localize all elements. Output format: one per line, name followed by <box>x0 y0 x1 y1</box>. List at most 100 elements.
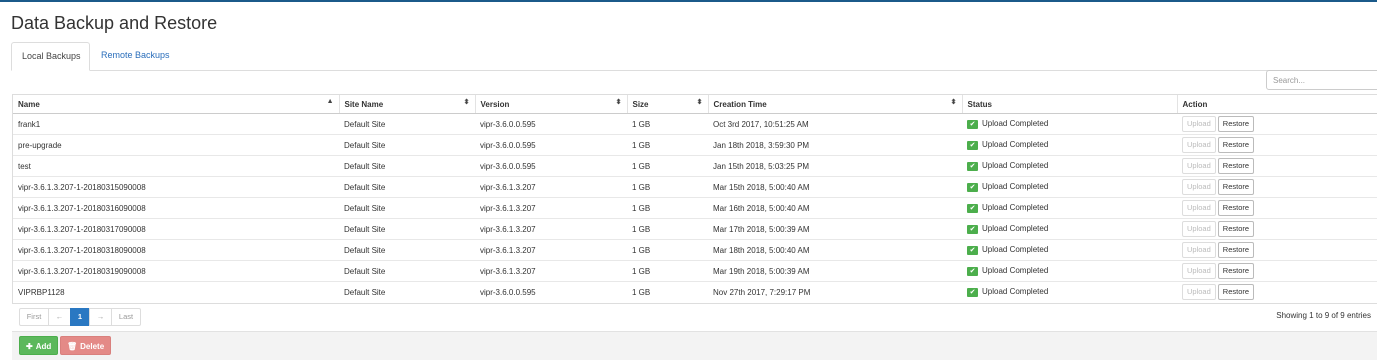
version-cell: vipr-3.6.1.3.207 <box>475 176 627 198</box>
sort-icon[interactable]: ⬍ <box>464 98 470 106</box>
check-icon: ✔ <box>967 203 978 213</box>
size-cell: 1 GB <box>627 155 708 177</box>
version-cell: vipr-3.6.1.3.207 <box>475 260 627 282</box>
column-header-label: Name <box>18 99 40 109</box>
site-name-cell: Default Site <box>339 134 475 156</box>
status-text: Upload Completed <box>982 119 1049 129</box>
status-cell: ✔ Upload Completed <box>962 260 1177 282</box>
pagination-prev[interactable]: ← <box>48 308 71 326</box>
backup-name-cell: vipr-3.6.1.3.207-1-20180317090008 <box>13 218 339 240</box>
sort-icon[interactable]: ▲ <box>327 98 334 105</box>
table-row: pre-upgrade Default Site vipr-3.6.0.0.595 1… <box>13 134 1377 156</box>
restore-button[interactable]: Restore <box>1217 242 1255 258</box>
creation-time-cell: Jan 18th 2018, 3:59:30 PM <box>708 134 962 156</box>
action-cell: Upload Restore <box>1177 239 1377 261</box>
restore-button[interactable]: Restore <box>1217 158 1255 174</box>
status-text: Upload Completed <box>982 224 1049 234</box>
upload-button[interactable]: Upload <box>1182 158 1216 174</box>
top-border <box>0 0 1377 2</box>
table-row: vipr-3.6.1.3.207-1-20180315090008 Default… <box>13 176 1377 198</box>
size-cell: 1 GB <box>627 113 708 135</box>
add-button[interactable]: ✚ Add <box>19 336 59 355</box>
creation-time-cell: Jan 15th 2018, 5:03:25 PM <box>708 155 962 177</box>
check-icon: ✔ <box>967 161 978 171</box>
backup-name-cell: vipr-3.6.1.3.207-1-20180318090008 <box>13 239 339 261</box>
add-button-label: Add <box>35 342 52 351</box>
version-cell: vipr-3.6.1.3.207 <box>475 218 627 240</box>
status-text: Upload Completed <box>982 245 1049 255</box>
status-text: Upload Completed <box>982 287 1049 297</box>
status-cell: ✔ Upload Completed <box>962 176 1177 198</box>
status-cell: ✔ Upload Completed <box>962 239 1177 261</box>
table-row: vipr-3.6.1.3.207-1-20180317090008 Default… <box>13 218 1377 240</box>
action-cell: Upload Restore <box>1177 197 1377 219</box>
status-cell: ✔ Upload Completed <box>962 218 1177 240</box>
creation-time-cell: Mar 18th 2018, 5:00:40 AM <box>708 239 962 261</box>
table-row: vipr-3.6.1.3.207-1-20180316090008 Default… <box>13 197 1377 219</box>
action-cell: Upload Restore <box>1177 113 1377 135</box>
site-name-cell: Default Site <box>339 239 475 261</box>
creation-time-cell: Oct 3rd 2017, 10:51:25 AM <box>708 113 962 135</box>
column-header-creation-time[interactable]: Creation Time ⬍ <box>708 95 963 114</box>
status-cell: ✔ Upload Completed <box>962 155 1177 177</box>
sort-icon[interactable]: ⬍ <box>951 98 957 106</box>
pagination-next[interactable]: → <box>89 308 112 326</box>
status-cell: ✔ Upload Completed <box>962 113 1177 135</box>
status-cell: ✔ Upload Completed <box>962 282 1177 303</box>
upload-button[interactable]: Upload <box>1182 284 1216 300</box>
restore-button[interactable]: Restore <box>1217 263 1255 279</box>
backup-name-cell: VIPRBP1128 <box>18 287 65 297</box>
table-body: frank1 Default Site vipr-3.6.0.0.595 1 GB Oc… <box>13 113 1377 303</box>
action-cell: Upload Restore <box>1177 176 1377 198</box>
pagination-page-1[interactable]: 1 <box>70 308 90 326</box>
status-cell: ✔ Upload Completed <box>962 134 1177 156</box>
creation-time-cell: Mar 16th 2018, 5:00:40 AM <box>708 197 962 219</box>
pagination-last[interactable]: Last <box>111 308 141 326</box>
size-cell: 1 GB <box>627 260 708 282</box>
check-icon: ✔ <box>967 182 978 192</box>
sort-icon[interactable]: ⬍ <box>697 98 703 106</box>
site-name-cell: Default Site <box>339 155 475 177</box>
upload-button[interactable]: Upload <box>1182 263 1216 279</box>
restore-button[interactable]: Restore <box>1217 200 1255 216</box>
restore-button[interactable]: Restore <box>1217 137 1255 153</box>
column-header-size[interactable]: Size ⬍ <box>627 95 709 114</box>
upload-button[interactable]: Upload <box>1182 179 1216 195</box>
table-row: test Default Site vipr-3.6.0.0.595 1 GB Jan … <box>13 155 1377 177</box>
restore-button[interactable]: Restore <box>1217 179 1255 195</box>
action-cell: Upload Restore <box>1177 155 1377 177</box>
action-cell: Upload Restore <box>1177 260 1377 282</box>
column-header-site-name[interactable]: Site Name ⬍ <box>339 95 476 114</box>
column-header-label: Status <box>967 99 992 109</box>
restore-button[interactable]: Restore <box>1217 116 1255 132</box>
upload-button[interactable]: Upload <box>1182 242 1216 258</box>
restore-button[interactable]: Restore <box>1217 221 1255 237</box>
column-header-name[interactable]: Name ▲ <box>13 95 340 114</box>
restore-button[interactable]: Restore <box>1217 284 1255 300</box>
upload-button[interactable]: Upload <box>1182 116 1216 132</box>
upload-button[interactable]: Upload <box>1182 137 1216 153</box>
sort-icon[interactable]: ⬍ <box>616 98 622 106</box>
column-header-label: Size <box>632 99 649 109</box>
version-cell: vipr-3.6.0.0.595 <box>475 134 627 156</box>
status-text: Upload Completed <box>982 266 1049 276</box>
tab-remote-backups[interactable]: Remote Backups <box>91 42 180 69</box>
column-header-label: Site Name <box>344 99 384 109</box>
status-text: Upload Completed <box>982 140 1049 150</box>
tab-local-backups[interactable]: Local Backups <box>11 42 90 71</box>
creation-time-cell: Mar 17th 2018, 5:00:39 AM <box>708 218 962 240</box>
column-header-version[interactable]: Version ⬍ <box>475 95 628 114</box>
search-input[interactable] <box>1266 70 1377 90</box>
site-name-cell: Default Site <box>339 113 475 135</box>
creation-time-cell: Nov 27th 2017, 7:29:17 PM <box>713 287 811 297</box>
pagination: First ← 1 → Last <box>19 308 141 326</box>
column-header-status: Status <box>962 95 1178 114</box>
site-name-cell: Default Site <box>339 218 475 240</box>
size-cell: 1 GB <box>627 218 708 240</box>
upload-button[interactable]: Upload <box>1182 200 1216 216</box>
pagination-first[interactable]: First <box>19 308 49 326</box>
upload-button[interactable]: Upload <box>1182 221 1216 237</box>
status-cell: ✔ Upload Completed <box>962 197 1177 219</box>
delete-button[interactable]: 🗑 Delete <box>60 336 112 355</box>
check-icon: ✔ <box>967 140 978 150</box>
